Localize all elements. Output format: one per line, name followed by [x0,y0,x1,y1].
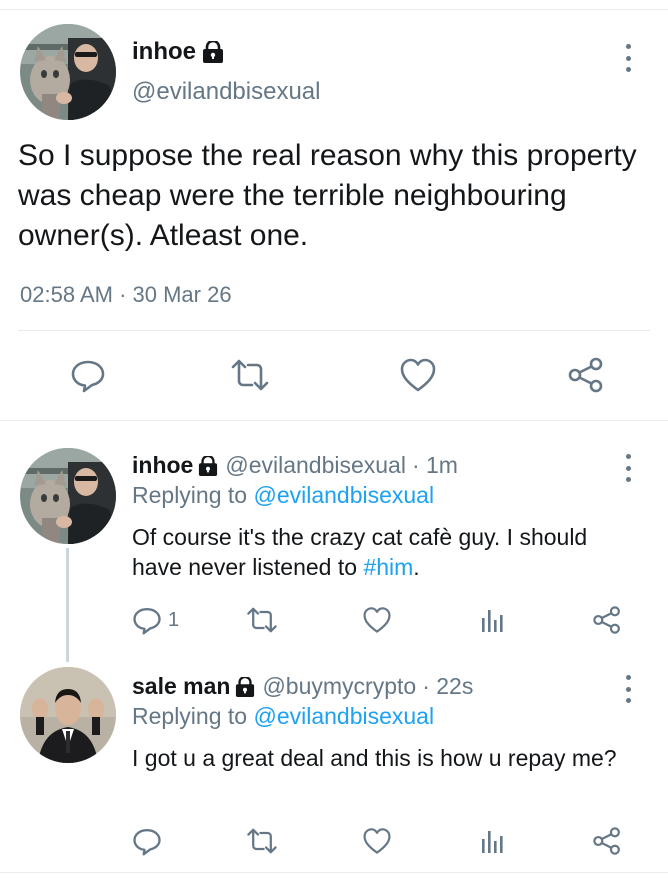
heart-icon [400,358,436,392]
like-button[interactable] [398,355,438,395]
more-options-icon[interactable] [618,44,638,72]
retweet-button[interactable] [230,355,270,395]
reply-icon [133,829,161,856]
share-button[interactable] [566,355,606,395]
reply-text-end: . [413,554,420,580]
retweet-button[interactable] [246,823,278,859]
replying-to-prefix: Replying to [132,482,248,508]
hashtag-link[interactable]: #him [363,554,413,580]
reply-avatar[interactable] [20,448,116,544]
heart-icon [363,828,391,854]
reply-button[interactable] [132,823,162,859]
retweet-button[interactable] [246,602,278,638]
reply-author-handle[interactable]: @evilandbisexual [225,452,406,479]
lock-icon [236,676,255,697]
main-tweet: inhoe @evilandbisexual So I suppose the … [0,10,668,420]
main-author-name-text: inhoe [132,38,196,65]
more-options-icon[interactable] [618,454,638,482]
reply-action-bar [0,823,668,863]
bottom-divider [0,872,668,891]
more-options-icon[interactable] [618,675,638,703]
reply-author-name-text: inhoe [132,452,194,478]
like-button[interactable] [362,823,392,859]
replying-to-line: Replying to @evilandbisexual [132,482,434,509]
analytics-bar-icon [482,610,503,632]
reply-count: 1 [168,608,180,631]
avatar-photo-icon [20,24,116,120]
reply-author-handle[interactable]: @buymycrypto [262,673,416,700]
main-author-name[interactable]: inhoe [132,38,224,66]
reply-text-body: Of course it's the crazy cat cafè guy. I… [132,524,588,580]
main-action-bar [0,355,668,399]
reply-button[interactable] [68,355,108,395]
analytics-button[interactable] [480,823,506,859]
reply-tweet: inhoe @evilandbisexual · 1m Replying to … [0,420,668,662]
reply-tweet-text: Of course it's the crazy cat cafè guy. I… [132,522,642,582]
tweet-thread-screen: inhoe @evilandbisexual So I suppose the … [0,0,668,891]
reply-action-bar: 1 [0,602,668,642]
reply-tweet-text: I got u a great deal and this is how u r… [132,745,617,771]
top-divider [0,0,668,10]
retweet-icon [247,828,277,854]
reply-button[interactable]: 1 [132,602,179,638]
avatar-photo-icon [20,448,116,544]
share-button[interactable] [592,602,622,638]
main-author-handle[interactable]: @evilandbisexual [132,78,320,106]
reply-time-ago: · 22s [422,673,474,699]
retweet-icon [247,607,277,633]
replying-to-link[interactable]: @evilandbisexual [253,703,434,729]
main-avatar[interactable] [20,24,116,120]
share-icon [568,357,603,393]
replying-to-prefix: Replying to [132,703,248,729]
reply-time-ago: · 1m [411,452,458,478]
replying-to-line: Replying to @evilandbisexual [132,703,434,730]
analytics-button[interactable] [480,602,506,638]
main-tweet-text: So I suppose the real reason why this pr… [18,139,637,252]
reply-icon [133,608,161,635]
main-tweet-timestamp[interactable]: 02:58 AM · 30 Mar 26 [20,282,232,308]
reply-author-name[interactable]: inhoe [132,452,218,479]
avatar-photo-icon [20,667,116,763]
reply-author-name[interactable]: sale man [132,673,255,700]
reply-icon [71,360,105,393]
main-divider [18,330,650,331]
reply-header: sale man @buymycrypto · 22s [132,673,473,700]
reply-tweet: sale man @buymycrypto · 22s Replying to … [0,645,668,872]
heart-icon [363,607,391,633]
lock-icon [199,455,218,476]
share-icon [593,606,620,634]
lock-icon [203,41,223,63]
like-button[interactable] [362,602,392,638]
analytics-bar-icon [482,831,503,853]
replying-to-link[interactable]: @evilandbisexual [253,482,434,508]
reply-author-name-text: sale man [132,673,231,699]
retweet-icon [231,359,269,391]
share-icon [593,827,620,855]
reply-header: inhoe @evilandbisexual · 1m [132,452,458,479]
share-button[interactable] [592,823,622,859]
reply-avatar[interactable] [20,667,116,763]
